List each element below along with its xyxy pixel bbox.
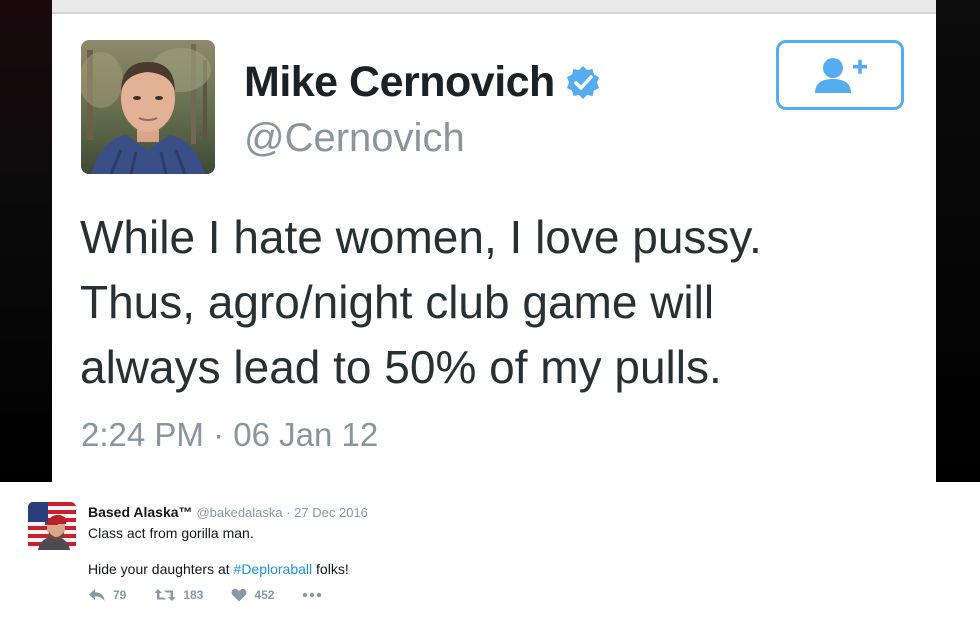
verified-badge-icon — [566, 65, 599, 99]
backdrop-edge-left — [0, 0, 52, 482]
author-handle[interactable]: @Cernovich — [244, 116, 465, 161]
heart-icon — [231, 588, 247, 602]
author-display-name[interactable]: Mike Cernovich — [244, 58, 555, 107]
tweet-text-line: always lead to 50% of my pulls. — [80, 341, 722, 393]
avatar[interactable] — [81, 40, 215, 174]
quote-text-segment: Hide your daughters at — [88, 561, 234, 577]
backdrop-edge-right — [936, 0, 980, 482]
quoting-tweet: Based Alaska™ @bakedalaska · 27 Dec 2016… — [0, 482, 980, 623]
reply-button[interactable]: 79 — [88, 588, 126, 602]
add-user-icon — [815, 58, 867, 93]
author-name-row: Mike Cernovich — [244, 58, 601, 107]
more-button[interactable] — [302, 592, 329, 598]
more-dots-icon — [303, 592, 322, 598]
quote-text-line: Hide your daughters at #Deploraball folk… — [88, 560, 349, 578]
tweet-text-line: Thus, agro/night club game will — [80, 276, 715, 328]
screenshot-top-bar — [52, 0, 936, 14]
retweet-icon — [154, 589, 176, 601]
avatar-photo-icon — [81, 40, 215, 174]
tweet-text-line: While I hate women, I love pussy. — [80, 211, 762, 263]
quote-text-line: Class act from gorilla man. — [88, 525, 254, 541]
embedded-tweet-screenshot: Mike Cernovich @Cernovich While I hate w… — [52, 0, 936, 482]
tweet-timestamp[interactable]: 2:24 PM · 06 Jan 12 — [81, 416, 378, 454]
like-button[interactable]: 452 — [231, 588, 274, 602]
reply-count: 79 — [113, 588, 127, 602]
quote-avatar[interactable] — [28, 502, 76, 550]
tweet-text: While I hate women, I love pussy. Thus, … — [80, 205, 910, 400]
quote-handle-date[interactable]: @bakedalaska · 27 Dec 2016 — [196, 505, 367, 520]
reply-icon — [89, 589, 105, 601]
retweet-count: 183 — [183, 588, 204, 602]
tweet-actions: 79 183 452 — [88, 588, 357, 602]
follow-button[interactable] — [776, 40, 904, 110]
avatar-photo-icon — [28, 502, 76, 550]
quote-text-segment: folks! — [312, 561, 349, 577]
retweet-button[interactable]: 183 — [154, 588, 203, 602]
quote-display-name[interactable]: Based Alaska™ — [88, 504, 193, 520]
quote-body: Class act from gorilla man. Hide your da… — [88, 524, 349, 578]
quote-header: Based Alaska™ @bakedalaska · 27 Dec 2016 — [88, 504, 368, 520]
hashtag-link[interactable]: #Deploraball — [234, 561, 313, 577]
like-count: 452 — [254, 588, 275, 602]
